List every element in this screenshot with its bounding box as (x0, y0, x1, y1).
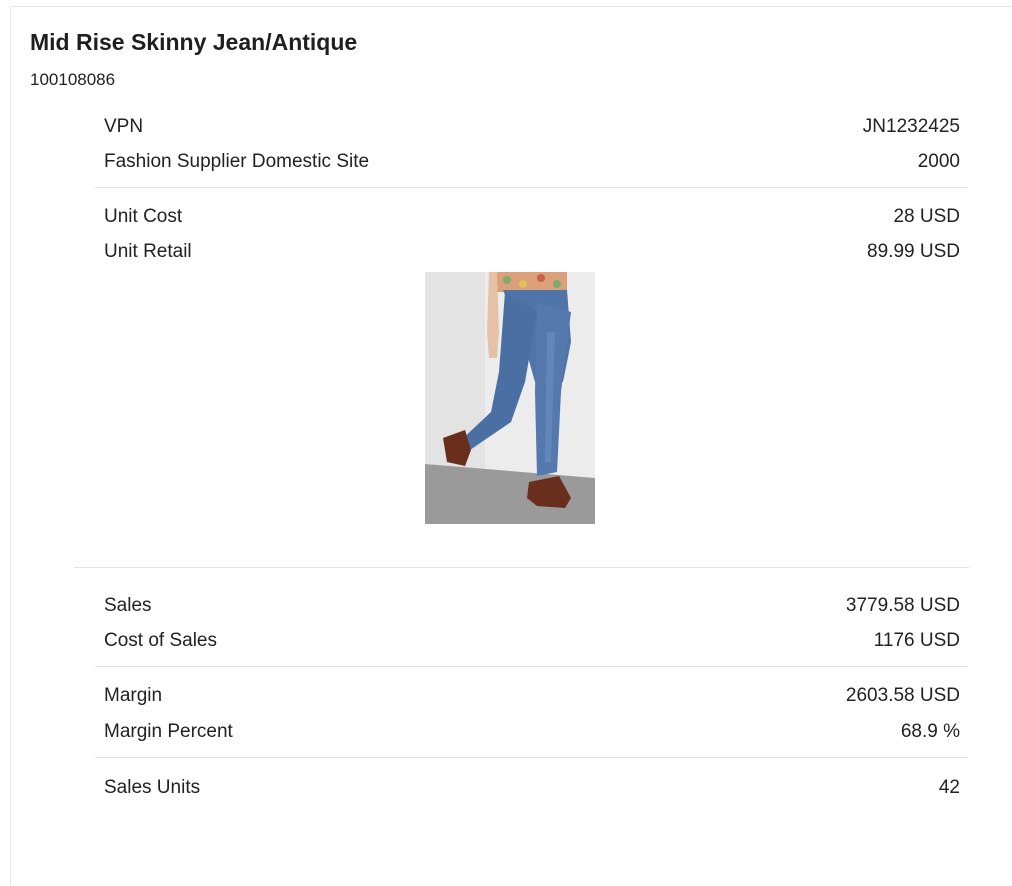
margin-label: Margin (104, 685, 163, 706)
unit-retail-label: Unit Retail (104, 241, 192, 262)
vpn-label: VPN (104, 116, 144, 137)
margin-percent-label: Margin Percent (104, 721, 233, 742)
cost-of-sales-row: Cost of Sales 1176 USD (104, 629, 960, 653)
divider (95, 757, 968, 758)
supplier-site-label: Fashion Supplier Domestic Site (104, 151, 370, 172)
unit-cost-label: Unit Cost (104, 206, 183, 227)
sales-value: 3779.58 USD (845, 595, 960, 616)
product-title: Mid Rise Skinny Jean/Antique (30, 29, 358, 55)
product-image (425, 272, 595, 524)
sales-units-value: 42 (938, 777, 960, 798)
divider (95, 666, 968, 667)
unit-cost-value: 28 USD (893, 206, 960, 227)
unit-retail-row: Unit Retail 89.99 USD (104, 240, 960, 264)
margin-value: 2603.58 USD (845, 685, 960, 706)
margin-row: Margin 2603.58 USD (104, 684, 960, 708)
vpn-row: VPN JN1232425 (104, 115, 960, 139)
supplier-site-row: Fashion Supplier Domestic Site 2000 (104, 150, 960, 174)
divider (74, 567, 969, 568)
supplier-site-value: 2000 (917, 151, 960, 172)
margin-percent-value: 68.9 % (900, 721, 960, 742)
margin-percent-row: Margin Percent 68.9 % (104, 720, 960, 744)
sales-units-row: Sales Units 42 (104, 776, 960, 800)
sales-row: Sales 3779.58 USD (104, 594, 960, 618)
sales-label: Sales (104, 595, 152, 616)
vpn-value: JN1232425 (862, 116, 960, 137)
cost-of-sales-value: 1176 USD (873, 630, 960, 651)
cost-of-sales-label: Cost of Sales (104, 630, 217, 651)
sales-units-label: Sales Units (104, 777, 201, 798)
item-number: 100108086 (30, 70, 116, 89)
divider (95, 187, 968, 188)
unit-cost-row: Unit Cost 28 USD (104, 205, 960, 229)
unit-retail-value: 89.99 USD (867, 241, 960, 262)
